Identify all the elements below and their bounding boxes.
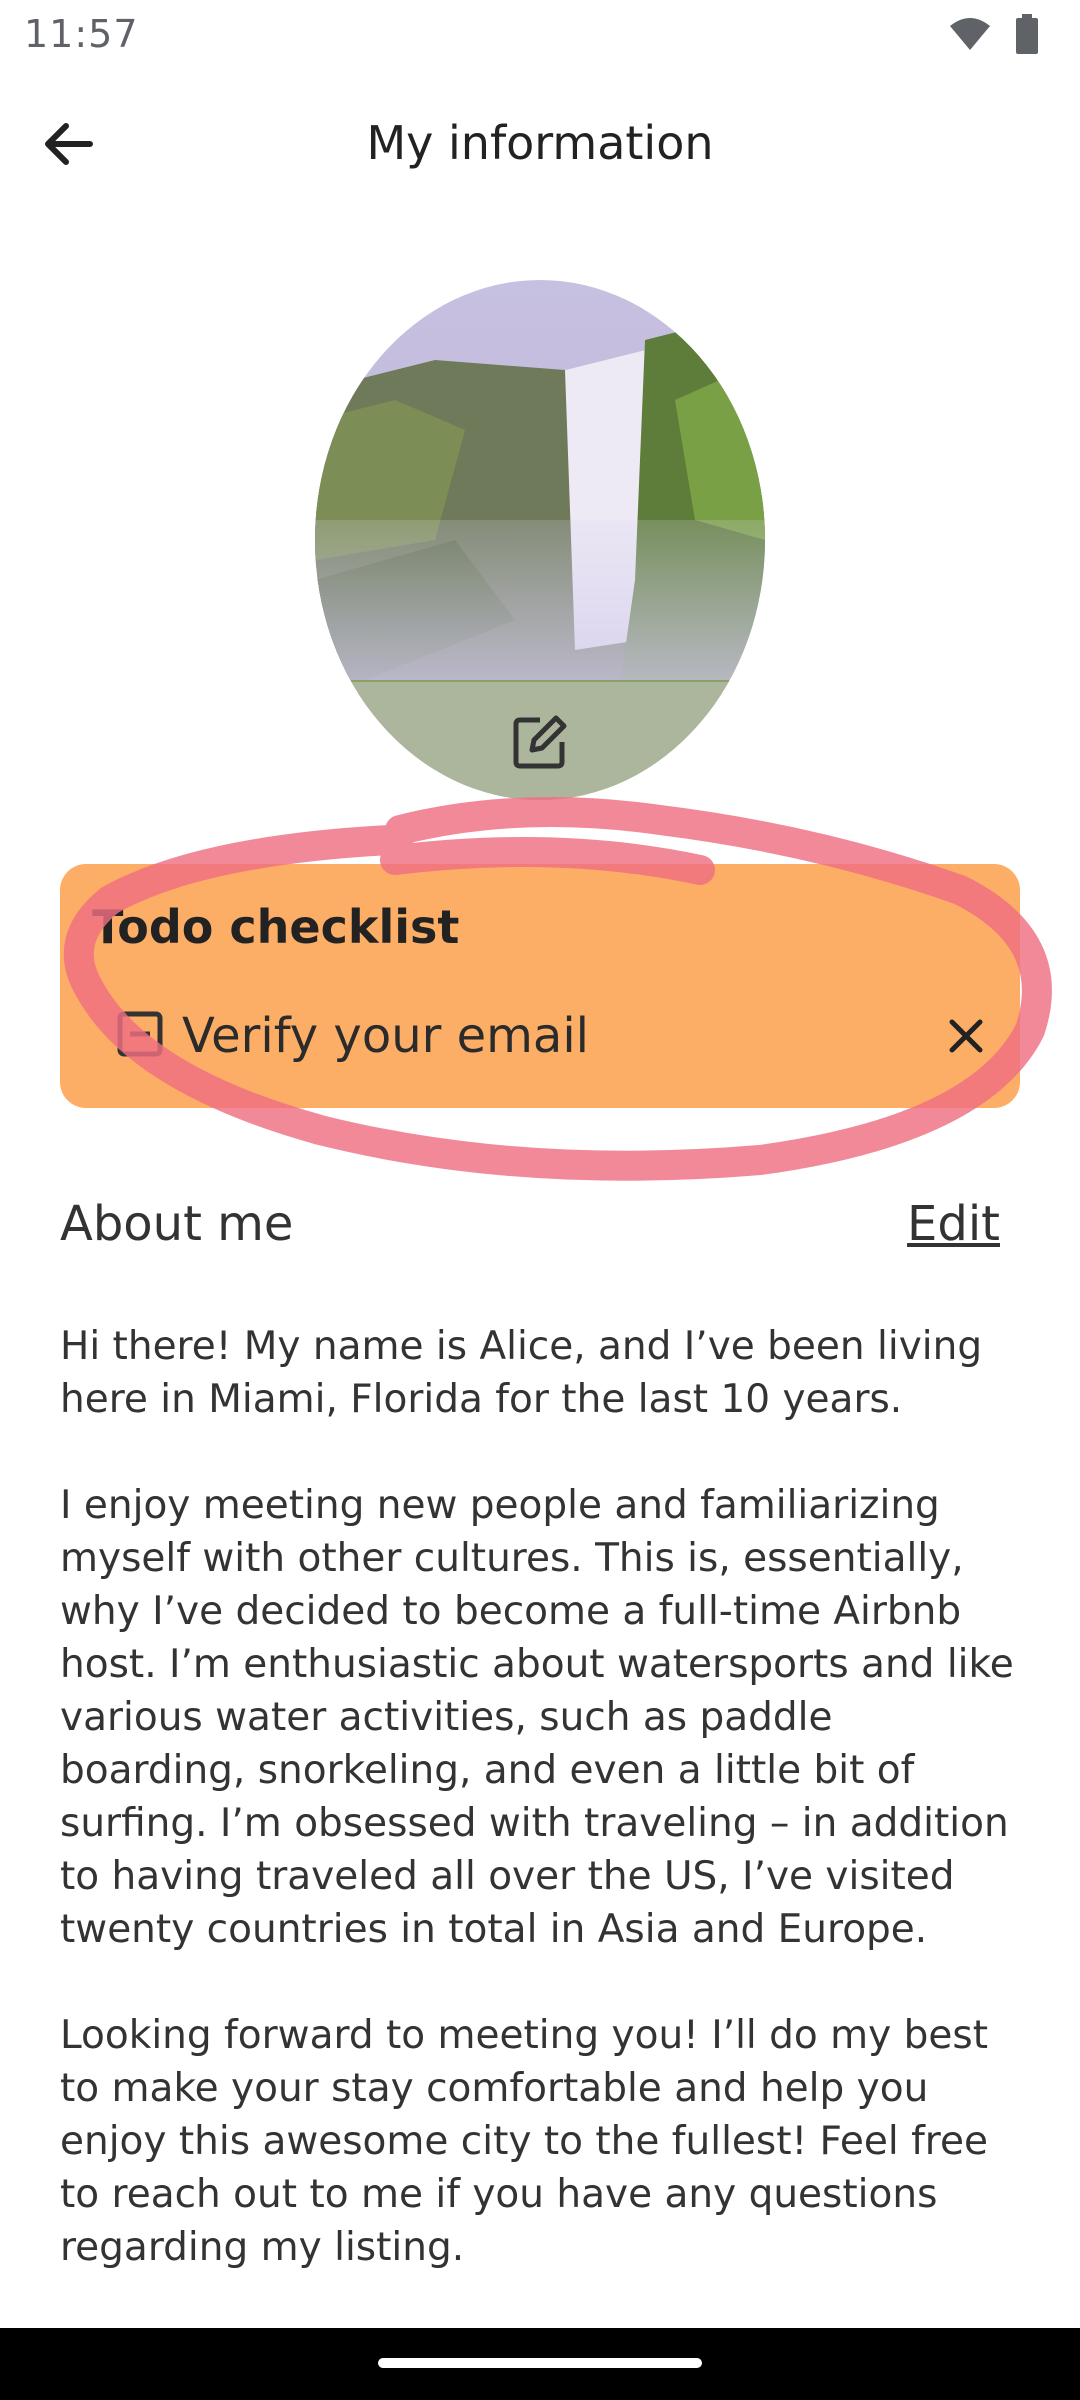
- checkbox-indeterminate-icon[interactable]: [116, 1010, 164, 1062]
- about-title: About me: [60, 1196, 294, 1252]
- about-body: Hi there! My name is Alice, and I’ve bee…: [60, 1320, 1020, 2327]
- about-paragraph: Looking forward to meeting you! I’ll do …: [60, 2013, 989, 2270]
- photo-edit-overlay[interactable]: [315, 682, 765, 800]
- close-icon[interactable]: [936, 1006, 996, 1066]
- page-title: My information: [366, 116, 714, 170]
- todo-checklist-card: Todo checklist Verify your email: [60, 864, 1020, 1108]
- navigation-bar: [0, 2328, 1080, 2400]
- status-time: 11:57: [24, 12, 139, 56]
- todo-item-verify-email[interactable]: Verify your email: [116, 996, 996, 1076]
- edit-icon: [510, 712, 570, 776]
- about-edit-link[interactable]: Edit: [907, 1196, 1000, 1252]
- todo-item-label: Verify your email: [182, 1008, 589, 1064]
- battery-icon: [1014, 14, 1040, 58]
- profile-photo[interactable]: [315, 280, 765, 800]
- about-paragraph: I enjoy meeting new people and familiari…: [60, 1483, 1014, 1952]
- todo-checklist-title: Todo checklist: [92, 900, 460, 954]
- app-bar: My information: [0, 90, 1080, 200]
- home-gesture-handle[interactable]: [378, 2358, 702, 2368]
- about-paragraph: Hi there! My name is Alice, and I’ve bee…: [60, 1324, 983, 1422]
- status-bar: 11:57: [0, 0, 1080, 72]
- status-icons: [948, 14, 1040, 58]
- wifi-icon: [948, 16, 992, 56]
- about-header: About me Edit: [60, 1196, 1000, 1266]
